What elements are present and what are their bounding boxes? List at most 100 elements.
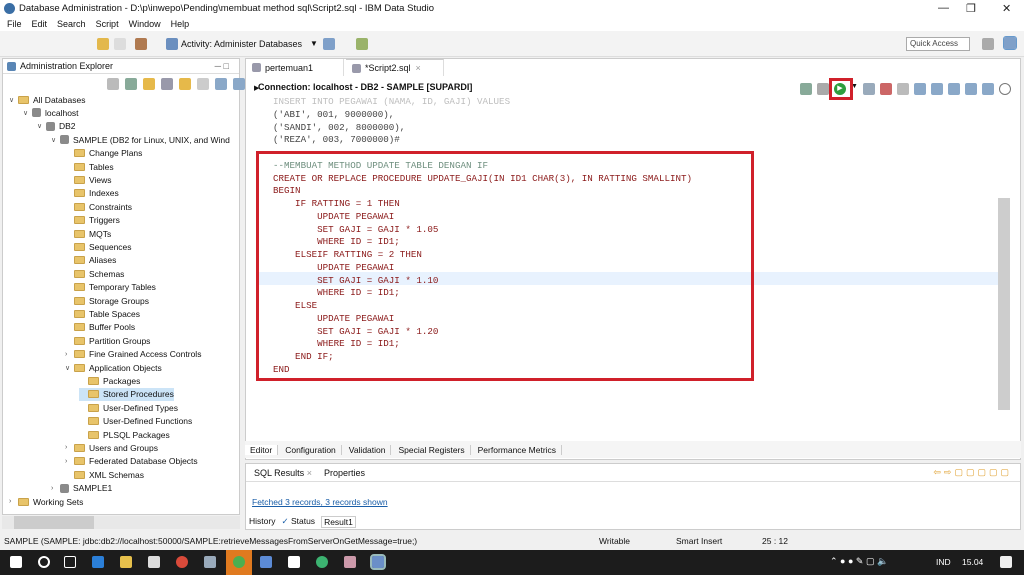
chevron-right-icon[interactable]: ›: [65, 458, 74, 465]
app-icon[interactable]: [260, 556, 272, 568]
save-as-icon[interactable]: [930, 83, 943, 95]
back-icon[interactable]: [97, 38, 109, 50]
chevron-right-icon[interactable]: ›: [65, 351, 74, 358]
minimize-pane-icon[interactable]: ─ □: [215, 61, 229, 71]
tab-result1[interactable]: Result1: [321, 516, 356, 528]
minimize-button[interactable]: —: [938, 2, 949, 14]
tree-item[interactable]: › Users and Groups: [65, 441, 158, 454]
tab-pertemuan1[interactable]: pertemuan1: [246, 59, 344, 76]
tree-item[interactable]: Triggers: [65, 214, 120, 227]
open-perspective-icon[interactable]: [982, 38, 994, 50]
close-tab-icon[interactable]: ×: [416, 63, 421, 73]
tab-editor[interactable]: Editor: [245, 444, 279, 455]
export-icon[interactable]: [233, 78, 245, 90]
tab-validation[interactable]: Validation: [344, 444, 392, 455]
filter-icon[interactable]: [197, 78, 209, 90]
export-icon[interactable]: [964, 83, 977, 95]
tab-properties[interactable]: Properties: [324, 468, 365, 478]
history-icon[interactable]: [998, 83, 1011, 95]
debug-icon[interactable]: [862, 83, 875, 95]
tree-item[interactable]: Aliases: [65, 254, 116, 267]
chevron-down-icon[interactable]: ∨: [23, 109, 32, 117]
tree-item[interactable]: Indexes: [65, 187, 119, 200]
tab-sql-results[interactable]: SQL Results ×: [250, 465, 316, 480]
tab-special-registers[interactable]: Special Registers: [393, 444, 471, 455]
store-icon[interactable]: [148, 556, 160, 568]
open-icon[interactable]: [981, 83, 994, 95]
chevron-down-icon[interactable]: ∨: [51, 136, 60, 144]
menu-edit[interactable]: Edit: [32, 19, 48, 29]
tree-item[interactable]: › Federated Database Objects: [65, 455, 198, 468]
table-icon[interactable]: [323, 38, 335, 50]
notifications-icon[interactable]: [1000, 556, 1012, 568]
save-icon[interactable]: [913, 83, 926, 95]
perspective-icon[interactable]: [1003, 36, 1017, 50]
chevron-down-icon[interactable]: ∨: [65, 364, 74, 372]
refresh-icon[interactable]: [179, 78, 191, 90]
clock[interactable]: 15.04: [962, 557, 983, 567]
chevron-down-icon[interactable]: ▼: [310, 39, 318, 48]
clipboard-icon[interactable]: [356, 38, 368, 50]
tab-status[interactable]: ✓ Status: [281, 516, 315, 528]
menu-window[interactable]: Window: [129, 19, 161, 29]
tune-icon[interactable]: [879, 83, 892, 95]
tree-item[interactable]: User-Defined Functions: [79, 415, 192, 428]
task-view-icon[interactable]: [64, 556, 76, 568]
tree-item[interactable]: Change Plans: [65, 147, 142, 160]
menu-help[interactable]: Help: [171, 19, 190, 29]
tree-item[interactable]: ∨ All Databases: [9, 93, 85, 106]
tree-item[interactable]: Table Spaces: [65, 307, 140, 320]
tree-item[interactable]: › Fine Grained Access Controls: [65, 348, 201, 361]
results-toolbar-icons[interactable]: ⇦⇨▢▢▢▢▢: [933, 467, 1012, 478]
maximize-button[interactable]: ❐: [966, 2, 976, 15]
chevron-right-icon[interactable]: ›: [65, 444, 74, 451]
tree-item[interactable]: Buffer Pools: [65, 321, 135, 334]
language-indicator[interactable]: IND: [936, 557, 951, 567]
tree-item[interactable]: ∨ localhost: [23, 106, 79, 119]
new-icon[interactable]: [143, 78, 155, 90]
tray-icons[interactable]: ⌃ ● ● ✎ ▢ 🔈: [830, 556, 888, 567]
activity-selector[interactable]: Activity: Administer Databases: [181, 39, 302, 49]
messenger-icon[interactable]: [233, 556, 245, 568]
import-icon[interactable]: [215, 78, 227, 90]
chevron-down-icon[interactable]: ∨: [37, 122, 46, 130]
tree-item[interactable]: PLSQL Packages: [79, 428, 170, 441]
tree-item[interactable]: ∨ SAMPLE (DB2 for Linux, UNIX, and Wind: [51, 133, 230, 146]
validate-icon[interactable]: [800, 83, 812, 95]
tab-configuration[interactable]: Configuration: [280, 444, 342, 455]
tree-item[interactable]: Packages: [79, 374, 140, 387]
windows-start-icon[interactable]: [10, 556, 22, 568]
chevron-down-icon[interactable]: ∨: [9, 96, 18, 104]
tab-history[interactable]: History: [249, 516, 275, 528]
tab-script2[interactable]: *Script2.sql ×: [346, 59, 444, 76]
fetched-records-link[interactable]: Fetched 3 records, 3 records shown: [252, 497, 388, 507]
tree-item[interactable]: Tables: [65, 160, 114, 173]
import-icon[interactable]: [947, 83, 960, 95]
mail-icon[interactable]: [288, 556, 300, 568]
tree-item[interactable]: ∨ DB2: [37, 120, 76, 133]
tree-item[interactable]: MQTs: [65, 227, 111, 240]
format-icon[interactable]: [896, 83, 909, 95]
app-icon[interactable]: [204, 556, 216, 568]
data-studio-icon[interactable]: [370, 554, 386, 570]
tree-item[interactable]: Sequences: [65, 240, 132, 253]
tree-item[interactable]: User-Defined Types: [79, 401, 178, 414]
tree-item[interactable]: Storage Groups: [65, 294, 149, 307]
menu-search[interactable]: Search: [57, 19, 86, 29]
app-icon[interactable]: [344, 556, 356, 568]
editor-scrollbar[interactable]: [998, 198, 1010, 410]
menu-script[interactable]: Script: [96, 19, 119, 29]
chevron-right-icon[interactable]: ›: [9, 498, 18, 505]
tree-item[interactable]: Constraints: [65, 200, 132, 213]
tree-item[interactable]: ∨ Application Objects: [65, 361, 162, 374]
home-icon[interactable]: [135, 38, 147, 50]
chrome-icon[interactable]: [176, 556, 188, 568]
chevron-right-icon[interactable]: ›: [51, 485, 60, 492]
sql-icon[interactable]: [161, 78, 173, 90]
tab-performance-metrics[interactable]: Performance Metrics: [473, 444, 563, 455]
tree-item[interactable]: Partition Groups: [65, 334, 150, 347]
new-connection-icon[interactable]: [125, 78, 137, 90]
tree-item[interactable]: Stored Procedures: [79, 387, 174, 401]
edge-icon[interactable]: [92, 556, 104, 568]
search-icon[interactable]: [38, 556, 50, 568]
